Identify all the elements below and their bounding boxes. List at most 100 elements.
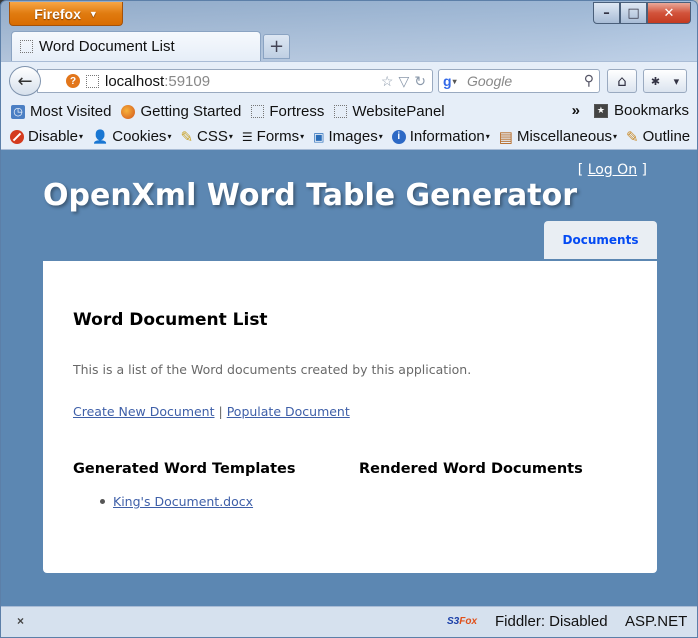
- status-bar: × S3Fox Fiddler: Disabled ASP.NET: [1, 606, 697, 637]
- dropdown-arrow-icon: ▾: [485, 132, 490, 141]
- url-icons: ☆ ▽ ↻: [381, 73, 426, 90]
- action-links: Create New Document | Populate Document: [73, 404, 350, 419]
- webdev-label: Images: [328, 128, 378, 145]
- maximize-button[interactable]: □: [620, 2, 647, 24]
- bookmarks-overflow-button[interactable]: »: [572, 102, 580, 119]
- dropdown-arrow-icon: ▾: [79, 132, 84, 141]
- webdev-label: CSS: [197, 128, 228, 145]
- page-favicon-icon: [251, 105, 265, 118]
- css-pencil-icon: ✎: [180, 128, 194, 146]
- reload-icon[interactable]: ↻: [414, 73, 426, 90]
- outline-pencil-icon: ✎: [626, 128, 639, 146]
- webdev-forms[interactable]: ☰ Forms ▾: [242, 128, 304, 145]
- dropdown-arrow-icon[interactable]: ▽: [398, 73, 409, 90]
- google-logo-icon[interactable]: g ▾: [443, 73, 461, 89]
- page-favicon-icon: [20, 40, 33, 53]
- logon-bracket: ]: [641, 162, 647, 178]
- link-separator: |: [218, 404, 223, 419]
- tab-word-document-list[interactable]: Word Document List: [11, 31, 261, 61]
- bookmark-websitepanel[interactable]: WebsitePanel: [334, 103, 445, 120]
- bookmarks-right: » ★ Bookmarks: [572, 102, 689, 119]
- create-new-document-link[interactable]: Create New Document: [73, 404, 215, 419]
- bookmark-label: Fortress: [269, 103, 325, 120]
- firefox-menu-label: Firefox: [34, 5, 81, 22]
- web-developer-toolbar: Disable ▾ 👤 Cookies ▾ ✎ CSS ▾ ☰ Forms ▾ ▣ Im…: [1, 124, 697, 150]
- logon-display: [ Log On ]: [578, 162, 647, 178]
- chevron-down-icon: ▾: [673, 74, 680, 88]
- url-host: localhost: [105, 72, 165, 90]
- webdev-images[interactable]: ▣ Images ▾: [313, 128, 383, 145]
- bookmark-label: WebsitePanel: [352, 103, 445, 120]
- star-bookmark-icon[interactable]: ☆: [381, 73, 394, 90]
- bookmark-most-visited[interactable]: ◷ Most Visited: [11, 103, 111, 120]
- fiddler-status[interactable]: Fiddler: Disabled: [495, 613, 608, 630]
- bookmarks-menu-button[interactable]: Bookmarks: [614, 102, 689, 119]
- images-icon: ▣: [313, 129, 325, 144]
- webdev-miscellaneous[interactable]: ▤ Miscellaneous ▾: [499, 128, 617, 146]
- tab-documents[interactable]: Documents: [544, 221, 657, 259]
- most-visited-icon: ◷: [11, 104, 25, 119]
- webdev-css[interactable]: ✎ CSS ▾: [180, 128, 232, 146]
- webdev-label: Miscellaneous: [516, 128, 613, 145]
- templates-heading: Generated Word Templates: [73, 461, 296, 477]
- dropdown-arrow-icon: ▾: [228, 132, 233, 141]
- webdev-disable[interactable]: Disable ▾: [10, 128, 83, 145]
- close-button[interactable]: ✕: [647, 2, 691, 24]
- s3fox-button[interactable]: S3Fox: [447, 616, 477, 627]
- close-icon[interactable]: ×: [17, 614, 24, 628]
- search-icon[interactable]: ⚲: [584, 72, 594, 89]
- firefox-menu-button[interactable]: Firefox ▼: [9, 2, 123, 26]
- tab-title: Word Document List: [39, 38, 175, 55]
- bookmark-label: Getting Started: [140, 103, 242, 120]
- forms-icon: ☰: [241, 129, 253, 144]
- site-identity-icon[interactable]: ?: [66, 74, 80, 88]
- dropdown-arrow-icon: ▾: [378, 132, 383, 141]
- s3fox-label: S3: [447, 616, 460, 627]
- intro-text: This is a list of the Word documents cre…: [73, 362, 472, 377]
- populate-document-link[interactable]: Populate Document: [227, 404, 350, 419]
- minimize-button[interactable]: –: [593, 2, 620, 24]
- back-arrow-icon: ←: [17, 70, 33, 92]
- dropdown-arrow-icon: ▾: [167, 132, 172, 141]
- webdev-label: Outline: [642, 128, 691, 145]
- home-icon: ⌂: [617, 72, 627, 90]
- rendered-column: Rendered Word Documents: [359, 461, 583, 477]
- list-item: King's Document.docx: [100, 494, 295, 509]
- info-icon: i: [391, 129, 406, 144]
- webdev-outline[interactable]: ✎ Outline: [626, 128, 690, 146]
- aspnet-status[interactable]: ASP.NET: [625, 613, 687, 630]
- page-title: Word Document List: [73, 310, 268, 330]
- bookmark-fortress[interactable]: Fortress: [251, 103, 324, 120]
- addon-button[interactable]: ✱ ▾: [643, 69, 687, 93]
- webdev-label: Cookies: [112, 128, 167, 145]
- webdev-information[interactable]: i Information ▾: [391, 128, 490, 145]
- home-button[interactable]: ⌂: [607, 69, 637, 93]
- dropdown-arrow-icon: ▾: [300, 132, 305, 141]
- page-favicon-icon: [334, 105, 348, 118]
- webdev-label: Disable: [28, 128, 79, 145]
- webdev-cookies[interactable]: 👤 Cookies ▾: [92, 128, 171, 145]
- bookmarks-star-icon: ★: [593, 103, 608, 118]
- url-port: :59109: [164, 72, 211, 90]
- back-button[interactable]: ←: [9, 66, 41, 96]
- webdev-label: Forms: [256, 128, 300, 145]
- search-placeholder: Google: [467, 73, 513, 89]
- navigation-toolbar: ? localhost:59109 ☆ ▽ ↻ ← g ▾ Google ⚲ ⌂ …: [1, 61, 697, 99]
- new-tab-button[interactable]: +: [263, 34, 290, 59]
- dropdown-arrow-icon: ▾: [613, 132, 618, 141]
- logon-bracket: [: [577, 162, 584, 178]
- rendered-heading: Rendered Word Documents: [359, 461, 583, 477]
- templates-column: Generated Word Templates King's Document…: [73, 461, 295, 509]
- s3fox-label: Fox: [459, 616, 478, 627]
- address-bar[interactable]: ? localhost:59109 ☆ ▽ ↻: [37, 69, 433, 93]
- page-viewport: [ Log On ] OpenXml Word Table Generator …: [1, 150, 697, 606]
- cookies-icon: 👤: [92, 128, 109, 144]
- page-favicon-icon: [86, 74, 99, 88]
- bullet-icon: [100, 499, 105, 504]
- bookmark-getting-started[interactable]: Getting Started: [121, 103, 241, 120]
- search-box[interactable]: g ▾ Google ⚲: [438, 69, 600, 93]
- template-document-link[interactable]: King's Document.docx: [113, 494, 253, 509]
- firefox-icon: [121, 104, 136, 119]
- templates-list: King's Document.docx: [100, 494, 295, 509]
- log-on-link[interactable]: Log On: [588, 162, 637, 178]
